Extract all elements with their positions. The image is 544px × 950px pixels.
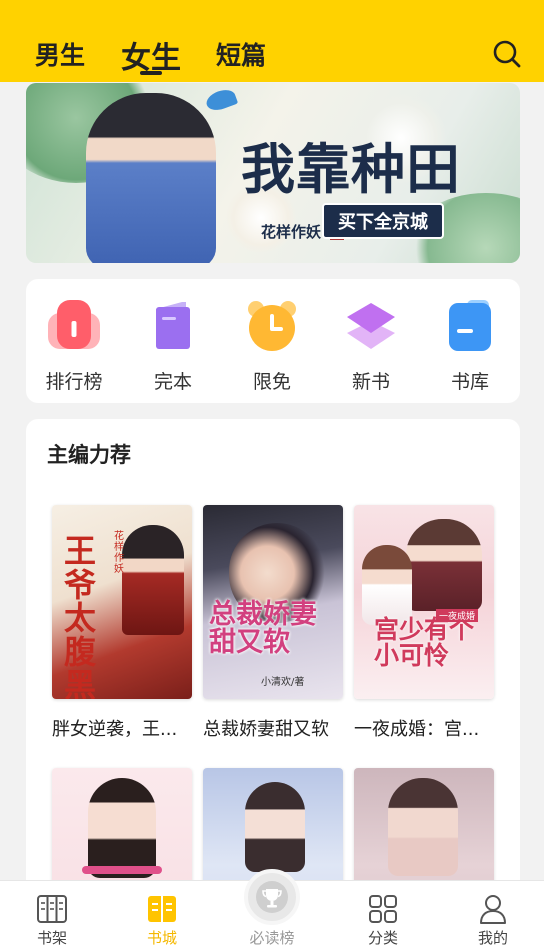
cover-title: 总裁娇妻甜又软 (209, 599, 317, 659)
cover-author: 花样作妖 (114, 531, 124, 575)
cover-title: 宫少有个小可怜 (374, 615, 475, 671)
nav-bookshelf[interactable]: 书架 (12, 893, 92, 948)
book-cover: 总裁娇妻甜又软 小清欢/著 (203, 505, 343, 699)
quick-nav-label: 新书 (351, 371, 390, 393)
promo-banner[interactable]: 我靠种田 花样作妖 著 买下全京城 (26, 83, 520, 263)
book-cover: 宫少有个小可怜 一夜成婚 (354, 505, 494, 699)
book-card[interactable]: 宫少有个小可怜 一夜成婚 一夜成婚：宫... (354, 505, 494, 741)
quick-nav-label: 限免 (252, 371, 291, 393)
nav-label: 我的 (477, 929, 508, 947)
nav-label: 分类 (367, 929, 398, 947)
book-card[interactable]: 总裁娇妻甜又软 小清欢/著 总裁娇妻甜又软 (203, 505, 343, 741)
cover-art (388, 778, 458, 876)
section-title: 主编力荐 (47, 443, 131, 467)
banner-character-art (86, 93, 216, 263)
nav-label: 书城 (146, 929, 177, 947)
banner-art-bird (203, 86, 239, 114)
cover-art (406, 519, 482, 611)
book-cover: 王爷太腹黑 花样作妖 (52, 505, 192, 699)
quick-nav-new-books[interactable]: 新书 (331, 299, 411, 394)
quick-nav-label: 书库 (450, 371, 489, 393)
banner-author: 花样作妖 (261, 223, 322, 241)
quick-nav-card: 排行榜 完本 限免 新书 书库 (26, 279, 520, 403)
quick-nav-ranking[interactable]: 排行榜 (34, 299, 114, 394)
book-title: 胖女逆袭，王... (52, 719, 178, 740)
banner-subtitle: 买下全京城 (322, 203, 444, 239)
book-card[interactable]: 王爷太腹黑 花样作妖 胖女逆袭，王... (52, 505, 192, 741)
cover-art (88, 778, 156, 878)
cover-art (245, 782, 305, 872)
tab-short-stories[interactable]: 短篇 (216, 36, 266, 72)
quick-nav-free[interactable]: 限免 (232, 299, 312, 394)
search-icon[interactable] (491, 38, 523, 70)
nav-profile[interactable]: 我的 (453, 893, 533, 948)
book-title: 总裁娇妻甜又软 (203, 719, 329, 740)
cover-author: 一夜成婚 (436, 609, 479, 622)
active-tab-indicator (140, 71, 162, 75)
cover-art (82, 866, 162, 874)
cover-title: 王爷太腹黑 (64, 532, 97, 699)
ranking-icon (47, 299, 101, 353)
category-grid-icon (367, 893, 399, 925)
layers-icon (344, 299, 398, 353)
must-read-center-button[interactable] (244, 869, 300, 925)
quick-nav-library[interactable]: 书库 (430, 299, 510, 394)
tab-male[interactable]: 男生 (35, 36, 85, 72)
cover-art (362, 545, 412, 625)
library-icon (443, 299, 497, 353)
trophy-icon (256, 881, 288, 913)
quick-nav-label: 完本 (153, 371, 192, 393)
nav-label: 书架 (36, 929, 67, 947)
alarm-clock-icon (245, 299, 299, 353)
bookshelf-icon (36, 893, 68, 925)
finished-book-icon (146, 299, 200, 353)
banner-title: 我靠种田 (241, 137, 461, 201)
nav-category[interactable]: 分类 (343, 893, 423, 948)
cover-author: 小清欢/著 (261, 677, 305, 688)
nav-bookstore[interactable]: 书城 (122, 893, 202, 948)
profile-icon (477, 893, 509, 925)
cover-art (122, 525, 184, 635)
quick-nav-label: 排行榜 (45, 371, 103, 393)
nav-label: 必读榜 (249, 929, 295, 947)
quick-nav-finished[interactable]: 完本 (133, 299, 213, 394)
editor-picks-section: 主编力荐 王爷太腹黑 花样作妖 胖女逆袭，王... 总裁娇妻甜又软 小清欢/著 … (26, 419, 520, 919)
top-header: 男生 女生 短篇 (0, 0, 544, 82)
bookstore-icon (146, 893, 178, 925)
book-title: 一夜成婚：宫... (354, 719, 480, 740)
